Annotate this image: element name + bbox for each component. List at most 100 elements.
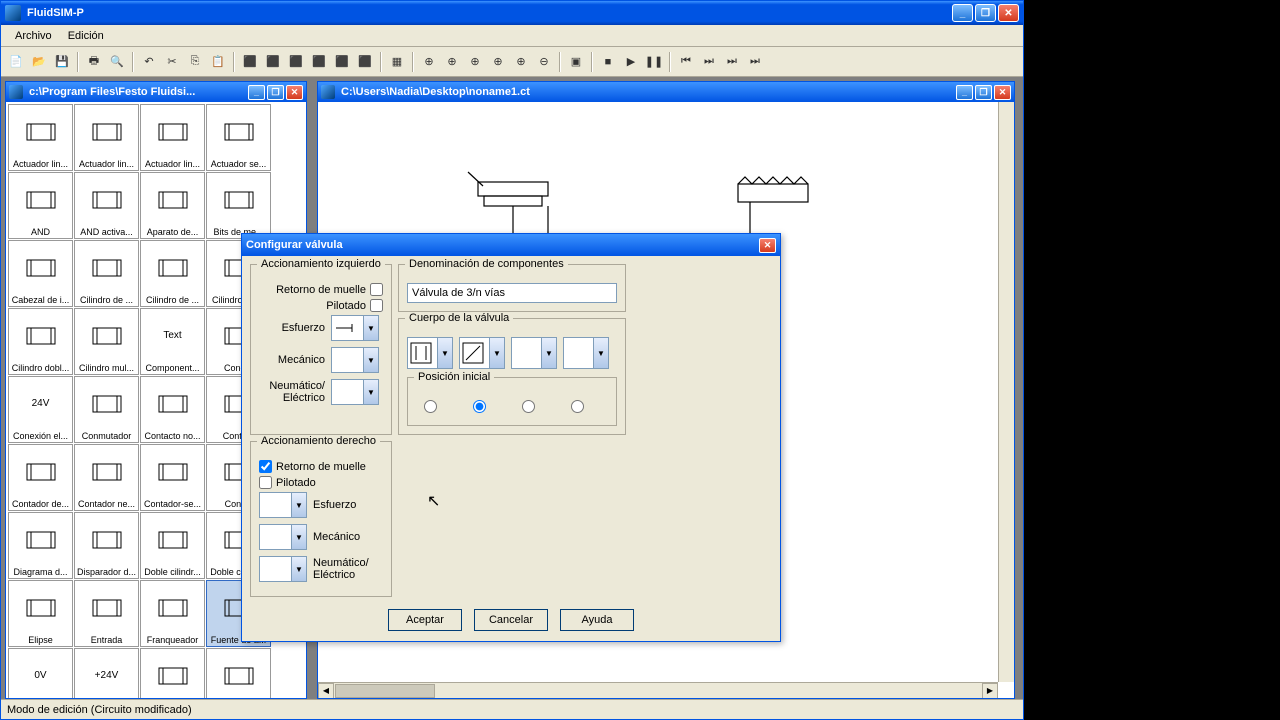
canvas-scroll-h[interactable]: ◀ ▶: [318, 682, 998, 698]
palette-item[interactable]: AND activa...: [74, 172, 139, 239]
palette-item[interactable]: TextComponent...: [140, 308, 205, 375]
chevron-down-icon[interactable]: ▼: [291, 525, 306, 549]
align-mid-icon[interactable]: ⬛: [331, 51, 353, 73]
maximize-button[interactable]: ❐: [975, 4, 996, 22]
accept-button[interactable]: Aceptar: [388, 609, 462, 631]
align-right-icon[interactable]: ⬛: [285, 51, 307, 73]
palette-item[interactable]: Actuador lin...: [74, 104, 139, 171]
palette-item[interactable]: Cilindro de ...: [74, 240, 139, 307]
cancel-button[interactable]: Cancelar: [474, 609, 548, 631]
close-button[interactable]: ✕: [998, 4, 1019, 22]
menu-archivo[interactable]: Archivo: [7, 27, 60, 45]
canvas-minimize[interactable]: _: [956, 85, 973, 100]
menu-edicion[interactable]: Edición: [60, 27, 112, 45]
palette-item[interactable]: Generador d...: [140, 648, 205, 698]
palette-item[interactable]: Bits de me...: [206, 172, 271, 239]
palette-item[interactable]: Cabezal de i...: [8, 240, 73, 307]
palette-item[interactable]: Entrada: [74, 580, 139, 647]
minimize-button[interactable]: _: [952, 4, 973, 22]
zoom3-icon[interactable]: ⊕: [464, 51, 486, 73]
align-center-icon[interactable]: ⬛: [262, 51, 284, 73]
end-icon[interactable]: ⏭: [744, 51, 766, 73]
combo-mecanico-left[interactable]: ▼: [331, 347, 379, 373]
chevron-down-icon[interactable]: ▼: [437, 338, 452, 368]
palette-item[interactable]: Generador d...: [206, 648, 271, 698]
palette-item[interactable]: Cilindro dobl...: [8, 308, 73, 375]
chevron-down-icon[interactable]: ▼: [291, 557, 306, 581]
chevron-down-icon[interactable]: ▼: [363, 380, 378, 404]
canvas-scroll-v[interactable]: [998, 102, 1014, 682]
palette-item[interactable]: 0VFuente de t...: [8, 648, 73, 698]
combo-esfuerzo-right[interactable]: ▼: [259, 492, 307, 518]
radio-pos-1[interactable]: [424, 400, 437, 413]
palette-item[interactable]: 24VConexión el...: [8, 376, 73, 443]
palette-item[interactable]: Franqueador: [140, 580, 205, 647]
canvas-maximize[interactable]: ❐: [975, 85, 992, 100]
palette-item[interactable]: +24VFuente de t...: [74, 648, 139, 698]
palette-maximize[interactable]: ❐: [267, 85, 284, 100]
palette-item[interactable]: Actuador lin...: [8, 104, 73, 171]
cut-icon[interactable]: ✂: [161, 51, 183, 73]
play-icon[interactable]: ▶: [620, 51, 642, 73]
combo-esfuerzo-left[interactable]: ▼: [331, 315, 379, 341]
combo-body-3[interactable]: ▼: [511, 337, 557, 369]
sim-icon[interactable]: ▣: [565, 51, 587, 73]
combo-body-4[interactable]: ▼: [563, 337, 609, 369]
pause-icon[interactable]: ❚❚: [643, 51, 665, 73]
chevron-down-icon[interactable]: ▼: [593, 338, 608, 368]
radio-pos-4[interactable]: [571, 400, 584, 413]
input-component-name[interactable]: [407, 283, 617, 303]
copy-icon[interactable]: ⎘: [184, 51, 206, 73]
palette-item[interactable]: Contador-se...: [140, 444, 205, 511]
save-icon[interactable]: 💾: [51, 51, 73, 73]
chk-retorno-right[interactable]: [259, 460, 272, 473]
canvas-close[interactable]: ✕: [994, 85, 1011, 100]
skip-back-icon[interactable]: ⏮: [675, 51, 697, 73]
palette-item[interactable]: Elipse: [8, 580, 73, 647]
combo-body-1[interactable]: ▼: [407, 337, 453, 369]
radio-pos-2[interactable]: [473, 400, 486, 413]
grid-icon[interactable]: ▦: [386, 51, 408, 73]
preview-icon[interactable]: 🔍: [106, 51, 128, 73]
chevron-down-icon[interactable]: ▼: [291, 493, 306, 517]
print-icon[interactable]: 🖶: [83, 51, 105, 73]
combo-body-2[interactable]: ▼: [459, 337, 505, 369]
align-left-icon[interactable]: ⬛: [239, 51, 261, 73]
palette-close[interactable]: ✕: [286, 85, 303, 100]
palette-item[interactable]: Contacto no...: [140, 376, 205, 443]
chk-pilotado-left[interactable]: [370, 299, 383, 312]
palette-item[interactable]: Contador ne...: [74, 444, 139, 511]
scroll-right-arrow[interactable]: ▶: [982, 683, 998, 699]
step-fwd-icon[interactable]: ⏭: [698, 51, 720, 73]
scroll-thumb[interactable]: [335, 684, 435, 698]
align-top-icon[interactable]: ⬛: [308, 51, 330, 73]
palette-item[interactable]: Conmutador: [74, 376, 139, 443]
palette-item[interactable]: Diagrama d...: [8, 512, 73, 579]
open-icon[interactable]: 📂: [28, 51, 50, 73]
palette-item[interactable]: Contador de...: [8, 444, 73, 511]
palette-minimize[interactable]: _: [248, 85, 265, 100]
combo-mecanico-right[interactable]: ▼: [259, 524, 307, 550]
palette-item[interactable]: Actuador lin...: [140, 104, 205, 171]
radio-pos-3[interactable]: [522, 400, 535, 413]
dialog-titlebar[interactable]: Configurar válvula ✕: [242, 234, 780, 256]
palette-item[interactable]: Cilindro mul...: [74, 308, 139, 375]
palette-item[interactable]: Disparador d...: [74, 512, 139, 579]
chevron-down-icon[interactable]: ▼: [541, 338, 556, 368]
zoomfit-icon[interactable]: ⊕: [487, 51, 509, 73]
palette-item[interactable]: AND: [8, 172, 73, 239]
new-icon[interactable]: 📄: [5, 51, 27, 73]
zoom2-icon[interactable]: ⊕: [441, 51, 463, 73]
scroll-left-arrow[interactable]: ◀: [318, 683, 334, 699]
chevron-down-icon[interactable]: ▼: [363, 316, 378, 340]
chk-pilotado-right[interactable]: [259, 476, 272, 489]
chevron-down-icon[interactable]: ▼: [363, 348, 378, 372]
combo-neuelec-left[interactable]: ▼: [331, 379, 379, 405]
zoomin-icon[interactable]: ⊕: [510, 51, 532, 73]
undo-icon[interactable]: ↶: [138, 51, 160, 73]
palette-item[interactable]: Actuador se...: [206, 104, 271, 171]
zoomout-icon[interactable]: ⊖: [533, 51, 555, 73]
help-button[interactable]: Ayuda: [560, 609, 634, 631]
combo-neuelec-right[interactable]: ▼: [259, 556, 307, 582]
stop-icon[interactable]: ■: [597, 51, 619, 73]
